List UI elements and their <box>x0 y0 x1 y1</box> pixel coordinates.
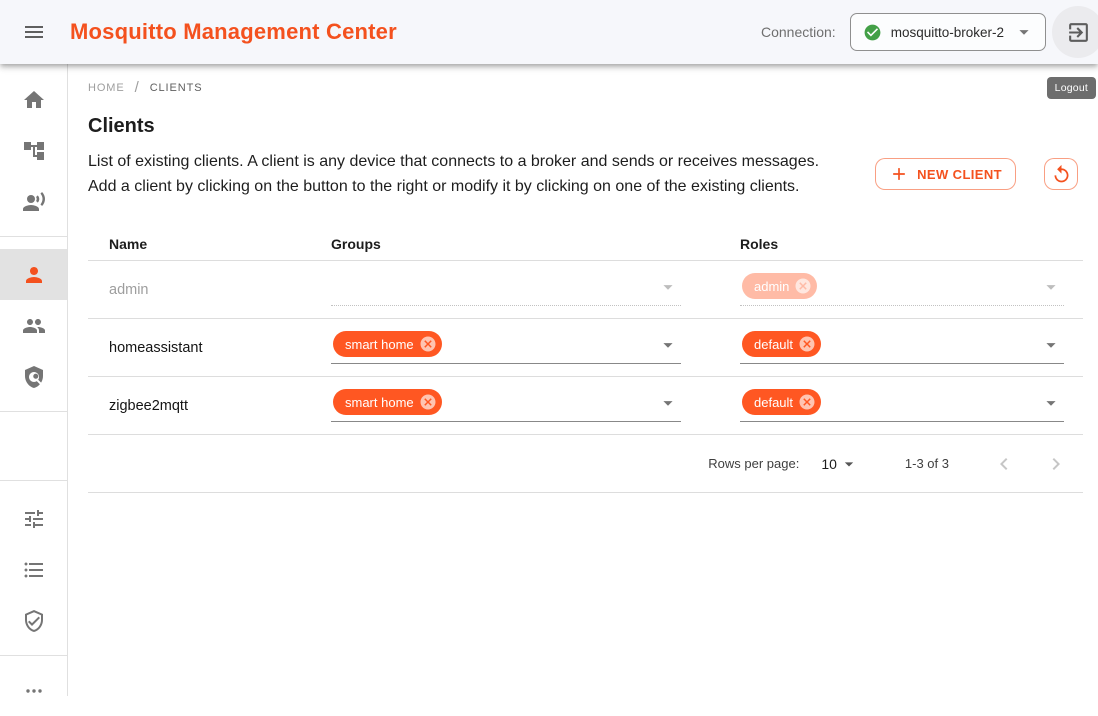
column-header-groups: Groups <box>331 236 740 252</box>
chevron-down-icon <box>657 392 679 414</box>
main-content: HOME / CLIENTS Clients List of existing … <box>68 64 1098 696</box>
rows-per-page-value: 10 <box>821 456 837 472</box>
groups-select[interactable]: smart home <box>331 331 681 364</box>
connection-label: Connection: <box>761 24 836 40</box>
replay-icon <box>1051 164 1072 185</box>
exit-to-app-icon <box>1066 20 1091 45</box>
roles-select[interactable]: default <box>740 389 1064 422</box>
chip-delete-icon[interactable] <box>419 335 437 353</box>
topic-tree-icon <box>22 139 46 163</box>
breadcrumb: HOME / CLIENTS <box>88 75 1083 96</box>
groups-select[interactable] <box>331 273 681 306</box>
hamburger-menu-button[interactable] <box>14 12 54 52</box>
logout-tooltip: Logout <box>1047 77 1096 99</box>
sidebar-item-streams[interactable] <box>0 176 67 227</box>
connection-select[interactable]: mosquitto-broker-2 <box>850 13 1046 51</box>
previous-page-button[interactable] <box>989 449 1019 479</box>
more-horiz-icon <box>22 679 46 703</box>
table-header-row: Name Groups Roles <box>88 228 1083 261</box>
sidebar-divider <box>0 480 67 481</box>
person-icon <box>22 263 46 287</box>
page-description: List of existing clients. A client is an… <box>88 149 825 199</box>
list-icon <box>22 558 46 582</box>
role-chip[interactable]: default <box>742 331 821 357</box>
chevron-down-icon <box>1013 21 1035 43</box>
sidebar-divider <box>0 655 67 656</box>
rows-per-page-select[interactable]: 10 <box>821 454 859 474</box>
new-client-label: NEW CLIENT <box>917 167 1002 182</box>
sidebar <box>0 64 68 696</box>
chip-delete-icon[interactable] <box>798 335 816 353</box>
chip-label: admin <box>754 279 789 294</box>
connection-status-ok-icon <box>863 23 882 42</box>
people-icon <box>22 314 46 338</box>
chip-label: smart home <box>345 337 414 352</box>
chevron-down-icon <box>1040 334 1062 356</box>
chip-label: smart home <box>345 395 414 410</box>
client-name: homeassistant <box>109 340 203 356</box>
plus-icon <box>889 164 909 184</box>
new-client-button[interactable]: NEW CLIENT <box>875 158 1016 190</box>
column-header-name: Name <box>88 236 331 252</box>
chevron-left-icon <box>992 452 1016 476</box>
sidebar-item-security[interactable] <box>0 595 67 646</box>
sidebar-divider <box>0 411 67 412</box>
sidebar-item-topic-tree[interactable] <box>0 125 67 176</box>
table-row[interactable]: homeassistant smart home default <box>88 319 1083 377</box>
refresh-button[interactable] <box>1044 158 1078 190</box>
breadcrumb-separator: / <box>135 79 140 96</box>
client-name: zigbee2mqtt <box>109 398 188 414</box>
sidebar-divider <box>0 236 67 237</box>
table-body: admin admin homeassistant smart home <box>88 261 1083 435</box>
groups-select[interactable]: smart home <box>331 389 681 422</box>
role-chip[interactable]: default <box>742 389 821 415</box>
chevron-right-icon <box>1044 452 1068 476</box>
chevron-down-icon <box>1040 276 1062 298</box>
chip-label: default <box>754 337 793 352</box>
rows-per-page-label: Rows per page: <box>708 456 799 471</box>
role-chip[interactable]: admin <box>742 273 817 299</box>
chevron-down-icon <box>839 454 859 474</box>
column-header-roles: Roles <box>740 236 1083 252</box>
sidebar-item-logs[interactable] <box>0 544 67 595</box>
clients-table: Name Groups Roles admin admin homea <box>88 228 1083 493</box>
sidebar-item-roles[interactable] <box>0 351 67 402</box>
record-voice-over-icon <box>22 190 46 214</box>
chip-delete-icon[interactable] <box>798 393 816 411</box>
page-title: Clients <box>88 115 1083 138</box>
breadcrumb-current: CLIENTS <box>150 82 203 94</box>
tune-sliders-icon <box>22 507 46 531</box>
breadcrumb-home[interactable]: HOME <box>88 82 125 94</box>
table-row[interactable]: zigbee2mqtt smart home default <box>88 377 1083 435</box>
app-title: Mosquitto Management Center <box>70 19 397 45</box>
home-icon <box>22 88 46 112</box>
sidebar-item-clients[interactable] <box>0 249 67 300</box>
app-bar: Mosquitto Management Center Connection: … <box>0 0 1098 64</box>
sidebar-item-more[interactable] <box>0 665 67 716</box>
pagination-bar: Rows per page: 10 1-3 of 3 <box>88 435 1083 493</box>
chip-delete-icon[interactable] <box>419 393 437 411</box>
logout-button[interactable] <box>1052 6 1098 58</box>
hamburger-icon <box>22 20 46 44</box>
roles-select[interactable]: admin <box>740 273 1064 306</box>
chevron-down-icon <box>657 276 679 298</box>
shield-check-icon <box>22 609 46 633</box>
sidebar-item-home[interactable] <box>0 74 67 125</box>
client-name: admin <box>109 282 149 298</box>
chip-delete-icon[interactable] <box>794 277 812 295</box>
group-chip[interactable]: smart home <box>333 331 442 357</box>
sidebar-item-groups[interactable] <box>0 300 67 351</box>
chevron-down-icon <box>657 334 679 356</box>
chevron-down-icon <box>1040 392 1062 414</box>
roles-select[interactable]: default <box>740 331 1064 364</box>
connection-value: mosquitto-broker-2 <box>891 25 1004 40</box>
sidebar-item-settings[interactable] <box>0 493 67 544</box>
pagination-range: 1-3 of 3 <box>905 456 949 471</box>
group-chip[interactable]: smart home <box>333 389 442 415</box>
table-row[interactable]: admin admin <box>88 261 1083 319</box>
next-page-button[interactable] <box>1041 449 1071 479</box>
policy-shield-icon <box>22 365 46 389</box>
chip-label: default <box>754 395 793 410</box>
